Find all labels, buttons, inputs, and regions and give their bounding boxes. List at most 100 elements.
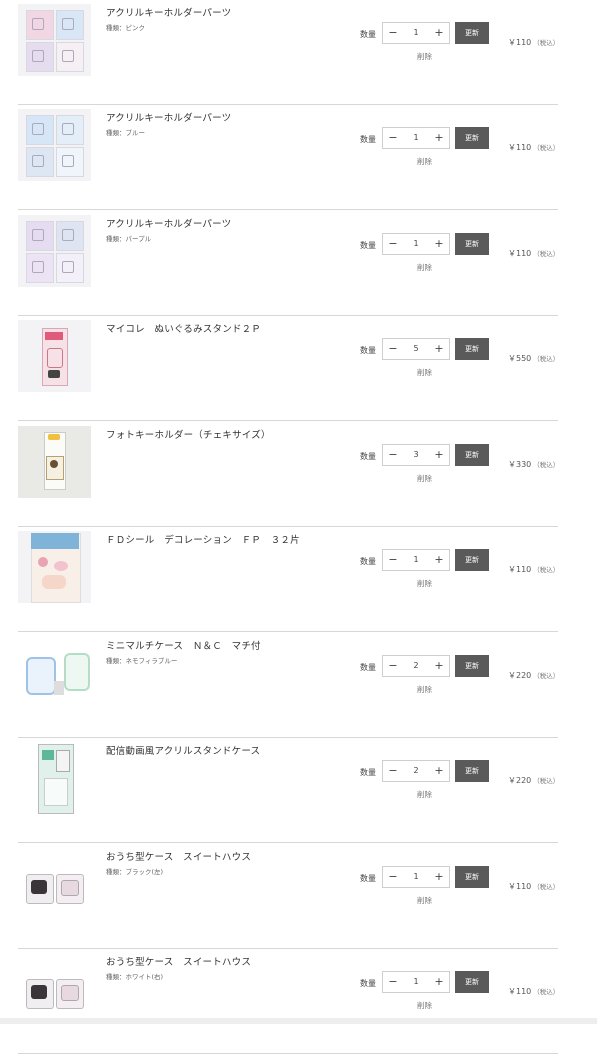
- tax-note: （税込）: [533, 144, 560, 152]
- remove-link[interactable]: 削除: [417, 262, 432, 273]
- quantity-stepper: − 1 +: [382, 22, 450, 44]
- product-name[interactable]: ＦＤシール デコレーション ＦＰ ３２片: [106, 532, 300, 546]
- item-price: ￥220 （税込）: [508, 670, 559, 681]
- increase-quantity-button[interactable]: +: [429, 656, 449, 676]
- quantity-value[interactable]: 1: [403, 23, 429, 43]
- decrease-quantity-button[interactable]: −: [383, 972, 403, 992]
- quantity-label: 数量: [360, 135, 376, 144]
- update-button[interactable]: 更新: [455, 549, 489, 571]
- quantity-value[interactable]: 1: [403, 867, 429, 887]
- product-name[interactable]: フォトキーホルダー（チェキサイズ）: [106, 427, 271, 441]
- cart-item-row: ミニマルチケース Ｎ＆Ｃ マチ付 種類：ネモフィラブルー 数量 − 2 + 更新…: [18, 633, 559, 738]
- quantity-value[interactable]: 1: [403, 234, 429, 254]
- decrease-quantity-button[interactable]: −: [383, 445, 403, 465]
- increase-quantity-button[interactable]: +: [429, 128, 449, 148]
- increase-quantity-button[interactable]: +: [429, 339, 449, 359]
- tax-note: （税込）: [533, 883, 560, 891]
- price-value: ￥550: [508, 354, 532, 363]
- quantity-value[interactable]: 1: [403, 128, 429, 148]
- decrease-quantity-button[interactable]: −: [383, 656, 403, 676]
- price-value: ￥110: [508, 38, 532, 47]
- remove-link[interactable]: 削除: [417, 684, 432, 695]
- update-button[interactable]: 更新: [455, 655, 489, 677]
- quantity-value[interactable]: 2: [403, 761, 429, 781]
- quantity-label: 数量: [360, 557, 376, 566]
- product-thumbnail[interactable]: [18, 953, 91, 1025]
- remove-link[interactable]: 削除: [417, 789, 432, 800]
- product-variant: 種類：ブルー: [106, 129, 145, 137]
- remove-link[interactable]: 削除: [417, 578, 432, 589]
- update-button[interactable]: 更新: [455, 866, 489, 888]
- item-price: ￥110 （税込）: [508, 37, 559, 48]
- cart-item-row: アクリルキーホルダーパーツ 種類：ピンク 数量 − 1 + 更新 削除 ￥110…: [18, 0, 559, 105]
- product-variant: 種類：ネモフィラブルー: [106, 657, 178, 665]
- product-thumbnail[interactable]: [18, 426, 91, 498]
- row-divider: [18, 842, 558, 843]
- increase-quantity-button[interactable]: +: [429, 234, 449, 254]
- remove-link[interactable]: 削除: [417, 51, 432, 62]
- increase-quantity-button[interactable]: +: [429, 445, 449, 465]
- quantity-value[interactable]: 1: [403, 972, 429, 992]
- cart-item-row: フォトキーホルダー（チェキサイズ） 数量 − 3 + 更新 削除 ￥330 （税込…: [18, 422, 559, 527]
- decrease-quantity-button[interactable]: −: [383, 23, 403, 43]
- product-name[interactable]: マイコレ ぬいぐるみスタンド２Ｐ: [106, 321, 261, 335]
- remove-link[interactable]: 削除: [417, 895, 432, 906]
- product-name[interactable]: おうち型ケース スイートハウス: [106, 954, 251, 968]
- increase-quantity-button[interactable]: +: [429, 23, 449, 43]
- quantity-value[interactable]: 3: [403, 445, 429, 465]
- decrease-quantity-button[interactable]: −: [383, 761, 403, 781]
- update-button[interactable]: 更新: [455, 338, 489, 360]
- remove-link[interactable]: 削除: [417, 367, 432, 378]
- quantity-label: 数量: [360, 663, 376, 672]
- product-thumbnail[interactable]: [18, 215, 91, 287]
- product-thumbnail[interactable]: [18, 742, 91, 814]
- update-button[interactable]: 更新: [455, 444, 489, 466]
- product-name[interactable]: おうち型ケース スイートハウス: [106, 849, 251, 863]
- update-button[interactable]: 更新: [455, 127, 489, 149]
- product-name[interactable]: アクリルキーホルダーパーツ: [106, 110, 231, 124]
- decrease-quantity-button[interactable]: −: [383, 339, 403, 359]
- decrease-quantity-button[interactable]: −: [383, 550, 403, 570]
- update-button[interactable]: 更新: [455, 22, 489, 44]
- price-value: ￥110: [508, 249, 532, 258]
- item-price: ￥330 （税込）: [508, 459, 559, 470]
- product-thumbnail[interactable]: [18, 848, 91, 920]
- item-price: ￥110 （税込）: [508, 248, 559, 259]
- cart-item-row: おうち型ケース スイートハウス 種類：ホワイト(右) 数量 − 1 + 更新 削…: [18, 949, 560, 1054]
- price-value: ￥110: [508, 143, 532, 152]
- cart-item-row: アクリルキーホルダーパーツ 種類：ブルー 数量 − 1 + 更新 削除 ￥110…: [18, 105, 560, 210]
- product-name[interactable]: ミニマルチケース Ｎ＆Ｃ マチ付: [106, 638, 261, 652]
- quantity-stepper: − 1 +: [382, 971, 450, 993]
- product-thumbnail[interactable]: [18, 320, 91, 392]
- quantity-value[interactable]: 2: [403, 656, 429, 676]
- product-thumbnail[interactable]: [18, 531, 91, 603]
- quantity-stepper: − 5 +: [382, 338, 450, 360]
- product-thumbnail[interactable]: [18, 4, 91, 76]
- increase-quantity-button[interactable]: +: [429, 867, 449, 887]
- remove-link[interactable]: 削除: [417, 473, 432, 484]
- tax-note: （税込）: [533, 250, 560, 258]
- update-button[interactable]: 更新: [455, 760, 489, 782]
- update-button[interactable]: 更新: [455, 233, 489, 255]
- product-name[interactable]: アクリルキーホルダーパーツ: [106, 216, 231, 230]
- product-thumbnail[interactable]: [18, 109, 91, 181]
- decrease-quantity-button[interactable]: −: [383, 128, 403, 148]
- price-value: ￥220: [508, 671, 532, 680]
- quantity-value[interactable]: 1: [403, 550, 429, 570]
- row-divider: [18, 631, 558, 632]
- quantity-value[interactable]: 5: [403, 339, 429, 359]
- tax-note: （税込）: [533, 566, 560, 574]
- product-name[interactable]: アクリルキーホルダーパーツ: [106, 5, 231, 19]
- increase-quantity-button[interactable]: +: [429, 761, 449, 781]
- decrease-quantity-button[interactable]: −: [383, 867, 403, 887]
- update-button[interactable]: 更新: [455, 971, 489, 993]
- tax-note: （税込）: [533, 988, 560, 996]
- remove-link[interactable]: 削除: [417, 156, 432, 167]
- increase-quantity-button[interactable]: +: [429, 550, 449, 570]
- quantity-label: 数量: [360, 979, 376, 988]
- increase-quantity-button[interactable]: +: [429, 972, 449, 992]
- decrease-quantity-button[interactable]: −: [383, 234, 403, 254]
- product-name[interactable]: 配信動画風アクリルスタンドケース: [106, 743, 260, 757]
- remove-link[interactable]: 削除: [417, 1000, 432, 1011]
- product-thumbnail[interactable]: [18, 637, 91, 709]
